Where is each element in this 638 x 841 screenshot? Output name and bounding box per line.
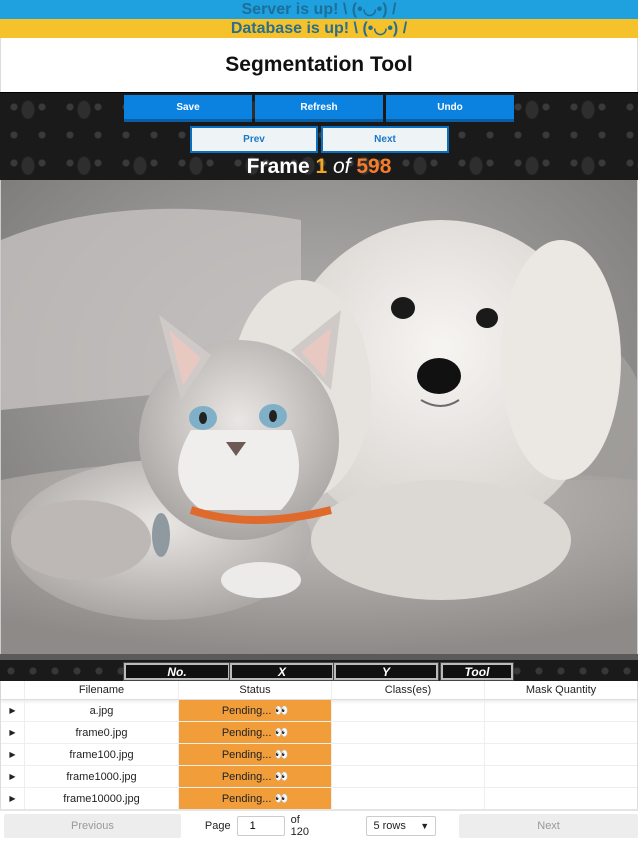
column-header-mask-quantity[interactable]: Mask Quantity [485, 681, 637, 699]
page-count: of 120 [290, 814, 309, 838]
undo-button[interactable]: Undo [386, 95, 514, 122]
frame-current: 1 [315, 155, 328, 178]
column-header-status[interactable]: Status [179, 681, 332, 699]
frame-of: of [333, 155, 351, 178]
row-filename: frame0.jpg [25, 722, 179, 743]
chevron-down-icon: ▼ [420, 821, 430, 831]
expander-header [1, 681, 25, 699]
table-row[interactable]: ▶ frame1000.jpg Pending... 👀 [1, 766, 637, 788]
row-mask-quantity [485, 744, 637, 765]
row-mask-quantity [485, 788, 637, 809]
table-row[interactable]: ▶ a.jpg Pending... 👀 [1, 700, 637, 722]
column-header-filename[interactable]: Filename [25, 681, 179, 699]
row-classes [332, 700, 485, 721]
table-header: Filename Status Class(es) Mask Quantity [1, 681, 637, 700]
row-filename: a.jpg [25, 700, 179, 721]
row-status: Pending... 👀 [179, 722, 332, 743]
table-row[interactable]: ▶ frame10000.jpg Pending... 👀 [1, 788, 637, 810]
row-filename: frame100.jpg [25, 744, 179, 765]
row-filename: frame10000.jpg [25, 788, 179, 809]
page-title: Segmentation Tool [0, 38, 638, 92]
next-page-button[interactable]: Next [459, 814, 638, 838]
page-label: Page [204, 820, 231, 832]
cat-and-dog-photo [1, 180, 637, 654]
annotation-header-bar: No. X Y Tool [0, 654, 638, 681]
frames-table: Filename Status Class(es) Mask Quantity … [0, 681, 638, 810]
row-status: Pending... 👀 [179, 788, 332, 809]
rows-per-page-select[interactable]: 5 rows ▼ [366, 816, 437, 836]
page-jump: Page of 120 [205, 814, 321, 838]
table-row[interactable]: ▶ frame100.jpg Pending... 👀 [1, 744, 637, 766]
annotation-col-x: X [229, 662, 335, 681]
prev-frame-button[interactable]: Prev [190, 126, 318, 153]
frame-image-canvas[interactable] [0, 180, 638, 654]
row-classes [332, 722, 485, 743]
table-row[interactable]: ▶ frame0.jpg Pending... 👀 [1, 722, 637, 744]
server-status-banner: Server is up! \ (•◡•) / [0, 0, 638, 19]
row-expand-icon[interactable]: ▶ [1, 722, 25, 743]
row-classes [332, 744, 485, 765]
previous-page-button[interactable]: Previous [4, 814, 181, 838]
row-expand-icon[interactable]: ▶ [1, 700, 25, 721]
row-mask-quantity [485, 766, 637, 787]
row-classes [332, 788, 485, 809]
row-mask-quantity [485, 722, 637, 743]
row-status: Pending... 👀 [179, 744, 332, 765]
page-number-input[interactable] [236, 816, 285, 836]
column-header-classes[interactable]: Class(es) [332, 681, 485, 699]
frame-prefix: Frame [246, 155, 310, 178]
row-expand-icon[interactable]: ▶ [1, 766, 25, 787]
row-status: Pending... 👀 [179, 766, 332, 787]
row-expand-icon[interactable]: ▶ [1, 788, 25, 809]
row-expand-icon[interactable]: ▶ [1, 744, 25, 765]
annotation-col-y: Y [333, 662, 439, 681]
database-status-banner: Database is up! \ (•◡•) / [0, 19, 638, 38]
frame-total: 598 [356, 155, 392, 178]
row-classes [332, 766, 485, 787]
next-frame-button[interactable]: Next [321, 126, 449, 153]
row-filename: frame1000.jpg [25, 766, 179, 787]
annotation-col-tool: Tool [440, 662, 514, 681]
refresh-button[interactable]: Refresh [255, 95, 383, 122]
save-button[interactable]: Save [124, 95, 252, 122]
row-mask-quantity [485, 700, 637, 721]
frame-counter: Frame 1 of 598 [0, 155, 638, 179]
annotation-col-no: No. [123, 662, 231, 681]
pagination-bar: Previous Page of 120 5 rows ▼ Next [0, 809, 638, 841]
row-status: Pending... 👀 [179, 700, 332, 721]
rows-per-page-value: 5 rows [373, 820, 406, 832]
toolbar: Save Refresh Undo Prev Next Frame 1 of 5… [0, 92, 638, 180]
